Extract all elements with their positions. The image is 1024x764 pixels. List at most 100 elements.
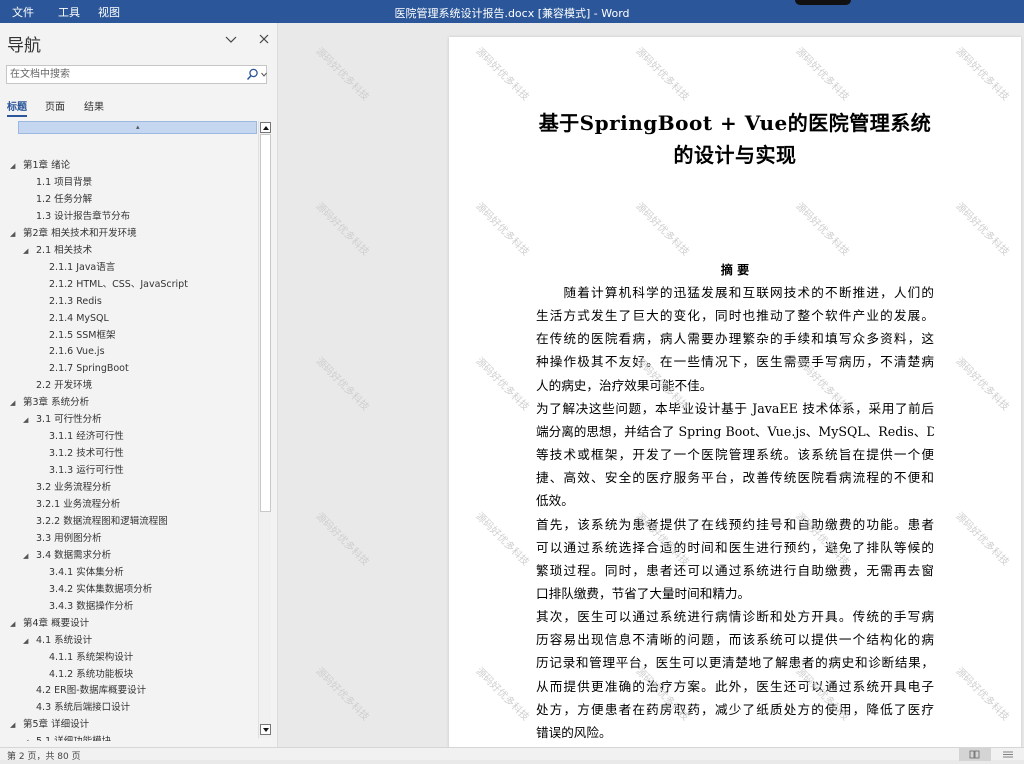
status-bar: 第 2 页，共 80 页: [0, 747, 1024, 762]
nav-heading-item[interactable]: ◢ 第4章 概要设计: [0, 616, 258, 632]
search-icon[interactable]: [246, 68, 259, 81]
paragraph-line: 繁琐过程。同时，患者还可以通过系统进行自助缴费，无需再去窗: [536, 562, 934, 578]
tree-scrollbar[interactable]: [258, 121, 271, 738]
nav-heading-item[interactable]: ◢ 第5章 详细设计: [0, 717, 258, 733]
nav-heading-item[interactable]: 3.2.2 数据流程图和逻辑流程图: [0, 514, 258, 530]
nav-heading-item[interactable]: 2.1.6 Vue.js: [0, 344, 258, 360]
nav-heading-item[interactable]: 2.1.2 HTML、CSS、JavaScript: [0, 277, 258, 293]
watermark-text: 源码好优多科技: [313, 200, 371, 259]
document-canvas[interactable]: 基于SpringBoot + Vue的医院管理系统 的设计与实现 摘 要 随着计…: [279, 23, 1024, 747]
expand-triangle-icon[interactable]: ◢: [23, 734, 31, 741]
nav-heading-item[interactable]: 4.2 ER图-数据库概要设计: [0, 683, 258, 699]
heading-tree: ▴ ◢ 第1章 绪论 1.1 项目背景 1.2 任务分解 1.3 设计报告章节分布 ◢ 第2…: [0, 121, 258, 741]
nav-heading-item[interactable]: 3.4.2 实体集数据项分析: [0, 582, 258, 598]
expand-triangle-icon[interactable]: ◢: [10, 717, 18, 733]
nav-heading-item[interactable]: ◢ 第1章 绪论: [0, 158, 258, 174]
watermark-text: 源码好优多科技: [313, 510, 371, 569]
expand-triangle-icon[interactable]: ◢: [23, 243, 31, 259]
nav-heading-label: 2.1 相关技术: [36, 244, 93, 256]
nav-heading-label: 3.1.2 技术可行性: [49, 448, 124, 460]
expand-triangle-icon[interactable]: ◢: [10, 395, 18, 411]
expand-triangle-icon[interactable]: ◢: [10, 226, 18, 242]
nav-heading-item[interactable]: ◢ 4.1 系统设计: [0, 633, 258, 649]
chevron-down-icon[interactable]: [224, 32, 238, 46]
nav-heading-item[interactable]: 3.1.3 运行可行性: [0, 463, 258, 479]
nav-heading-item[interactable]: 2.2 开发环境: [0, 378, 258, 394]
nav-heading-label: 第5章 详细设计: [23, 719, 90, 731]
read-mode-view-button[interactable]: [959, 748, 991, 761]
paragraph-line: 可以通过系统选择合适的时间和医生进行预约，避免了排队等候的: [536, 539, 934, 555]
expand-triangle-icon[interactable]: ◢: [23, 548, 31, 564]
nav-heading-label: 4.1.1 系统架构设计: [49, 651, 134, 663]
nav-heading-item[interactable]: 1.2 任务分解: [0, 192, 258, 208]
nav-heading-label: 3.4 数据需求分析: [36, 549, 112, 561]
nav-heading-item[interactable]: 2.1.4 MySQL: [0, 311, 258, 327]
nav-heading-item[interactable]: ◢ 2.1 相关技术: [0, 243, 258, 259]
nav-heading-item[interactable]: ◢ 第3章 系统分析: [0, 395, 258, 411]
nav-heading-item[interactable]: 4.1.2 系统功能板块: [0, 667, 258, 683]
nav-heading-item[interactable]: 2.1.7 SpringBoot: [0, 361, 258, 377]
abstract-heading: 摘 要: [720, 263, 750, 277]
nav-heading-label: 4.1 系统设计: [36, 634, 93, 646]
paragraph-line: 从而提供更准确的治疗方案。此外，医生还可以通过系统开具电子: [536, 678, 934, 694]
expand-triangle-icon[interactable]: ◢: [10, 158, 18, 174]
nav-heading-item[interactable]: ◢ 第2章 相关技术和开发环境: [0, 226, 258, 242]
nav-heading-item[interactable]: 4.3 系统后端接口设计: [0, 700, 258, 716]
paragraph-line: 人的病史，治疗效果可能不佳。: [536, 377, 713, 393]
nav-heading-label: 2.1.6 Vue.js: [49, 346, 105, 358]
nav-heading-label: 第1章 绪论: [23, 160, 71, 171]
nav-heading-label: 3.1.1 经济可行性: [49, 431, 124, 443]
nav-heading-label: 3.3 用例图分析: [36, 532, 102, 544]
nav-heading-label: 3.2.1 业务流程分析: [36, 499, 121, 510]
paragraph-line: 低效。: [536, 493, 574, 509]
nav-heading-label: 3.1.3 运行可行性: [49, 465, 124, 477]
paragraph-line: 随着计算机科学的迅猛发展和互联网技术的不断推进，人们的: [536, 285, 934, 300]
nav-heading-item[interactable]: ◢ 3.1 可行性分析: [0, 412, 258, 428]
scroll-thumb[interactable]: [260, 134, 271, 512]
active-tab-indicator: [7, 115, 27, 117]
paragraph-line: 首先，该系统为患者提供了在线预约挂号和自助缴费的功能。患者: [536, 516, 934, 532]
nav-heading-item[interactable]: 1.3 设计报告章节分布: [0, 209, 258, 225]
paragraph-line: 等技术或框架，开发了一个医院管理系统。该系统旨在提供一个便: [536, 447, 934, 463]
nav-heading-item[interactable]: ◢ 3.4 数据需求分析: [0, 548, 258, 564]
tab-pages[interactable]: 页面: [45, 98, 65, 113]
nav-heading-item[interactable]: 4.1.1 系统架构设计: [0, 650, 258, 666]
nav-heading-label: 2.1.2 HTML、CSS、JavaScript: [49, 278, 188, 290]
nav-heading-label: 1.3 设计报告章节分布: [36, 210, 131, 222]
nav-heading-item[interactable]: 3.4.1 实体集分析: [0, 565, 258, 581]
tab-headings[interactable]: 标题: [7, 98, 27, 113]
paragraph-line: 处方，方便患者在药房取药，减少了纸质处方的使用，降低了医疗: [536, 701, 934, 717]
watermark-text: 源码好优多科技: [313, 665, 371, 724]
nav-heading-item[interactable]: 3.2 业务流程分析: [0, 480, 258, 496]
nav-heading-item[interactable]: 3.2.1 业务流程分析: [0, 497, 258, 513]
nav-heading-label: 2.1.1 Java语言: [49, 261, 116, 273]
nav-heading-label: 3.4.2 实体集数据项分析: [49, 583, 153, 595]
search-input[interactable]: [10, 67, 240, 82]
nav-heading-item[interactable]: 3.4.3 数据操作分析: [0, 599, 258, 615]
nav-heading-item[interactable]: 2.1.5 SSM框架: [0, 328, 258, 344]
scroll-up-button[interactable]: [260, 122, 271, 133]
nav-heading-item[interactable]: 1.1 项目背景: [0, 175, 258, 191]
paragraph-line: 端分离的思想，并结合了 Spring Boot、Vue.js、MySQL、Red…: [536, 423, 934, 439]
nav-heading-item[interactable]: ◢ 5.1 详细功能模块: [0, 734, 258, 741]
document-page[interactable]: 基于SpringBoot + Vue的医院管理系统 的设计与实现 摘 要 随着计…: [449, 37, 1021, 747]
search-options-dropdown-icon[interactable]: [261, 72, 267, 77]
nav-heading-item[interactable]: 3.1.2 技术可行性: [0, 446, 258, 462]
expand-triangle-icon[interactable]: ◢: [23, 412, 31, 428]
nav-heading-item[interactable]: 3.3 用例图分析: [0, 531, 258, 547]
selected-heading-highlight[interactable]: ▴: [18, 121, 257, 134]
scroll-down-button[interactable]: [260, 724, 271, 735]
tab-results[interactable]: 结果: [84, 98, 104, 113]
expand-triangle-icon[interactable]: ◢: [23, 633, 31, 649]
close-icon[interactable]: [257, 32, 271, 46]
window-title: 医院管理系统设计报告.docx [兼容模式] - Word: [394, 7, 630, 20]
expand-triangle-icon[interactable]: ◢: [10, 616, 18, 632]
nav-heading-item[interactable]: 2.1.3 Redis: [0, 294, 258, 310]
paragraph-line: 在传统的医院看病，病人需要办理繁杂的手续和填写众多资料，这: [536, 331, 934, 347]
print-layout-view-button[interactable]: [998, 749, 1018, 760]
nav-heading-item[interactable]: 2.1.1 Java语言: [0, 260, 258, 276]
nav-heading-label: 第3章 系统分析: [23, 397, 90, 409]
nav-heading-item[interactable]: 3.1.1 经济可行性: [0, 429, 258, 445]
nav-heading-label: 2.1.4 MySQL: [49, 312, 109, 324]
nav-heading-label: 第2章 相关技术和开发环境: [23, 227, 137, 239]
